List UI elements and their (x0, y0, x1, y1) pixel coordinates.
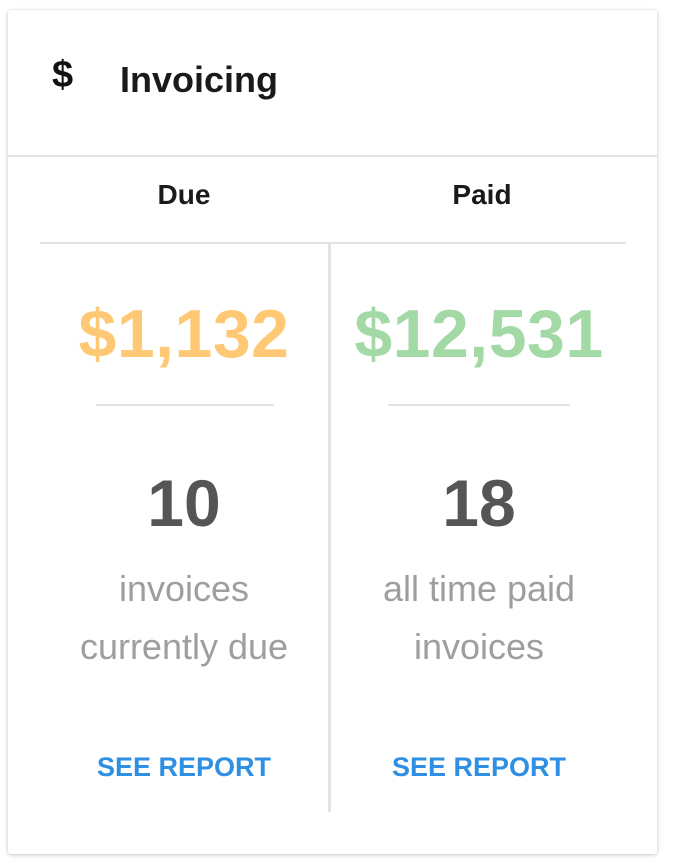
due-column: $1,132 10 invoices currently due SEE REP… (40, 244, 328, 824)
column-headers: Due Paid (40, 157, 626, 244)
card-title: Invoicing (120, 59, 279, 100)
paid-column-heading: Paid (452, 179, 512, 210)
due-see-report-link[interactable]: SEE REPORT (40, 754, 328, 781)
invoicing-card: $ Invoicing Due Paid $1,132 10 invoices … (8, 10, 657, 854)
paid-description-line-2: invoices (413, 626, 545, 667)
paid-amount-divider (388, 404, 570, 406)
paid-invoice-count: 18 (442, 466, 516, 540)
paid-column: $12,531 18 all time paid invoices SEE RE… (331, 244, 627, 824)
due-amount: $1,132 (78, 296, 290, 372)
due-column-heading: Due (157, 179, 211, 210)
card-header: $ Invoicing (8, 10, 657, 157)
due-description-line-1: invoices (118, 568, 250, 609)
dollar-icon: $ (52, 54, 74, 96)
due-invoice-count: 10 (147, 466, 221, 540)
paid-see-report-link[interactable]: SEE REPORT (331, 754, 627, 781)
paid-description: all time paid invoices (331, 560, 627, 676)
due-description: invoices currently due (40, 560, 328, 676)
due-amount-divider (96, 404, 274, 406)
due-description-line-2: currently due (79, 626, 289, 667)
paid-amount: $12,531 (354, 296, 604, 372)
paid-description-line-1: all time paid (382, 568, 576, 609)
